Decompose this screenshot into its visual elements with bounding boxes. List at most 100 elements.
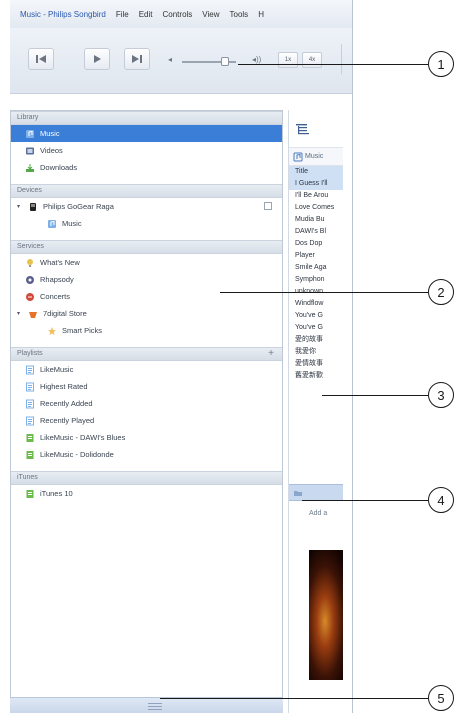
sidebar-item-label: Rhapsody xyxy=(40,275,74,284)
section-header-library[interactable]: Library xyxy=(11,111,282,125)
sidebar-item-library-2[interactable]: Downloads xyxy=(11,159,282,176)
track-row[interactable]: 舊愛新歡 xyxy=(289,370,343,382)
playlist-icon xyxy=(26,399,34,408)
menu-bar: Music - Philips Songbird File Edit Contr… xyxy=(10,0,352,28)
sidebar-item-devices-1[interactable]: Music xyxy=(11,215,282,232)
sidebar-item-services-3[interactable]: ▾ 7digital Store xyxy=(11,305,282,322)
sidebar-item-playlists-5[interactable]: LikeMusic - Dolidonde xyxy=(11,446,282,463)
callout-5: 5 xyxy=(428,685,454,711)
sidebar-item-library-1[interactable]: Videos xyxy=(11,142,282,159)
callout-1: 1 xyxy=(428,51,454,77)
menu-file[interactable]: File xyxy=(116,10,129,19)
sidebar-navigation: Library Music Videos Downloads Devices ▾ Phili… xyxy=(10,110,283,700)
track-row[interactable]: Player xyxy=(289,250,343,262)
sidebar-item-services-0[interactable]: What's New xyxy=(11,254,282,271)
content-toolbar xyxy=(289,110,343,148)
play-button[interactable] xyxy=(84,48,110,70)
section-title-playlists: Playlists xyxy=(17,350,43,357)
itunes-playlist-icon xyxy=(26,489,34,498)
column-header[interactable]: Music xyxy=(289,148,343,166)
next-button[interactable] xyxy=(124,48,150,70)
player-toolbar: ◂ ◂)) 1x 4x xyxy=(10,28,352,94)
sidebar-item-playlists-4[interactable]: LikeMusic - DAWI's Blues xyxy=(11,429,282,446)
track-row[interactable]: 愛的故事 xyxy=(289,334,343,346)
media-list-pane: Music Title I Guess I'll I'll Be Arou Love … xyxy=(288,110,343,713)
shuffle-button[interactable]: 4x xyxy=(302,52,322,68)
download-icon xyxy=(26,163,34,172)
sidebar-item-playlists-0[interactable]: LikeMusic xyxy=(11,361,282,378)
callout-1-label: 1 xyxy=(437,56,445,72)
sidebar-item-label: Videos xyxy=(40,146,63,155)
window-title: Music - Philips Songbird xyxy=(20,9,106,19)
previous-button[interactable] xyxy=(28,48,54,70)
track-row[interactable]: Title xyxy=(289,166,343,178)
track-row[interactable]: Windflow xyxy=(289,298,343,310)
sidebar-item-label: Music xyxy=(40,129,60,138)
list-view-icon[interactable] xyxy=(296,124,309,135)
sidebar-footer-bar[interactable] xyxy=(10,697,283,713)
track-row[interactable]: Mudia Bu xyxy=(289,214,343,226)
sidebar-item-label: Smart Picks xyxy=(62,326,103,335)
eject-icon[interactable] xyxy=(264,202,272,210)
menu-controls[interactable]: Controls xyxy=(163,10,193,19)
sidebar-item-label: Highest Rated xyxy=(40,382,88,391)
resize-grip-icon[interactable] xyxy=(148,702,162,710)
sidebar-item-label: Concerts xyxy=(40,292,71,301)
sidebar-item-services-4[interactable]: Smart Picks xyxy=(11,322,282,339)
sidebar-item-services-1[interactable]: Rhapsody xyxy=(11,271,282,288)
sidebar-item-services-2[interactable]: Concerts xyxy=(11,288,282,305)
shuffle-label: 4x xyxy=(308,57,316,63)
next-icon xyxy=(132,55,142,63)
track-row[interactable]: I'll Be Arou xyxy=(289,190,343,202)
section-header-devices[interactable]: Devices xyxy=(11,184,282,198)
section-title-devices: Devices xyxy=(17,187,42,194)
music-icon xyxy=(26,129,34,138)
sidebar-item-label: LikeMusic - Dolidonde xyxy=(40,450,114,459)
menu-tools[interactable]: Tools xyxy=(230,10,249,19)
repeat-button[interactable]: 1x xyxy=(278,52,298,68)
sidebar-item-library-0[interactable]: Music xyxy=(11,125,282,142)
track-row[interactable]: 我愛你 xyxy=(289,346,343,358)
track-row[interactable]: Smile Aga xyxy=(289,262,343,274)
playlist-icon xyxy=(26,416,34,425)
smart-playlist-icon xyxy=(26,450,34,459)
sidebar-item-itunes-0[interactable]: iTunes 10 xyxy=(11,485,282,502)
sidebar-item-label: 7digital Store xyxy=(43,309,87,318)
menu-view[interactable]: View xyxy=(202,10,219,19)
sidebar-item-devices-0[interactable]: ▾ Philips GoGear Raga xyxy=(11,198,282,215)
repeat-label: 1x xyxy=(284,57,292,63)
toolbar-divider xyxy=(341,44,352,74)
track-row[interactable]: DAWI's Bl xyxy=(289,226,343,238)
drop-zone-bar[interactable] xyxy=(289,484,343,501)
expand-arrow-icon[interactable]: ▾ xyxy=(17,310,23,317)
expand-arrow-icon[interactable]: ▾ xyxy=(17,203,23,210)
track-list: Title I Guess I'll I'll Be Arou Love Comes M… xyxy=(289,166,343,382)
track-row[interactable]: You've G xyxy=(289,310,343,322)
track-row[interactable]: Symphon xyxy=(289,274,343,286)
add-link[interactable]: Add a xyxy=(309,510,327,517)
callout-4-label: 4 xyxy=(437,492,445,508)
playlist-icon xyxy=(26,382,34,391)
sidebar-item-label: Recently Played xyxy=(40,416,95,425)
sidebar-item-playlists-1[interactable]: Highest Rated xyxy=(11,378,282,395)
menu-help[interactable]: H xyxy=(258,10,264,19)
track-row[interactable]: I Guess I'll xyxy=(289,178,343,190)
sidebar-item-playlists-2[interactable]: Recently Added xyxy=(11,395,282,412)
track-row[interactable]: You've G xyxy=(289,322,343,334)
add-playlist-button[interactable]: + xyxy=(268,348,274,360)
device-icon xyxy=(30,202,36,211)
track-row[interactable]: Love Comes xyxy=(289,202,343,214)
section-header-playlists[interactable]: Playlists + xyxy=(11,347,282,361)
smart-playlist-icon xyxy=(26,433,34,442)
video-icon xyxy=(26,147,34,154)
volume-slider-handle[interactable] xyxy=(221,57,230,66)
sidebar-item-playlists-3[interactable]: Recently Played xyxy=(11,412,282,429)
menu-edit[interactable]: Edit xyxy=(139,10,153,19)
section-header-itunes[interactable]: iTunes xyxy=(11,471,282,485)
section-header-services[interactable]: Services xyxy=(11,240,282,254)
volume-low-icon: ◂ xyxy=(168,55,173,64)
sidebar-item-label: LikeMusic xyxy=(40,365,74,374)
callout-line-5 xyxy=(160,698,428,699)
track-row[interactable]: Dos Dop xyxy=(289,238,343,250)
track-row[interactable]: 愛情故事 xyxy=(289,358,343,370)
